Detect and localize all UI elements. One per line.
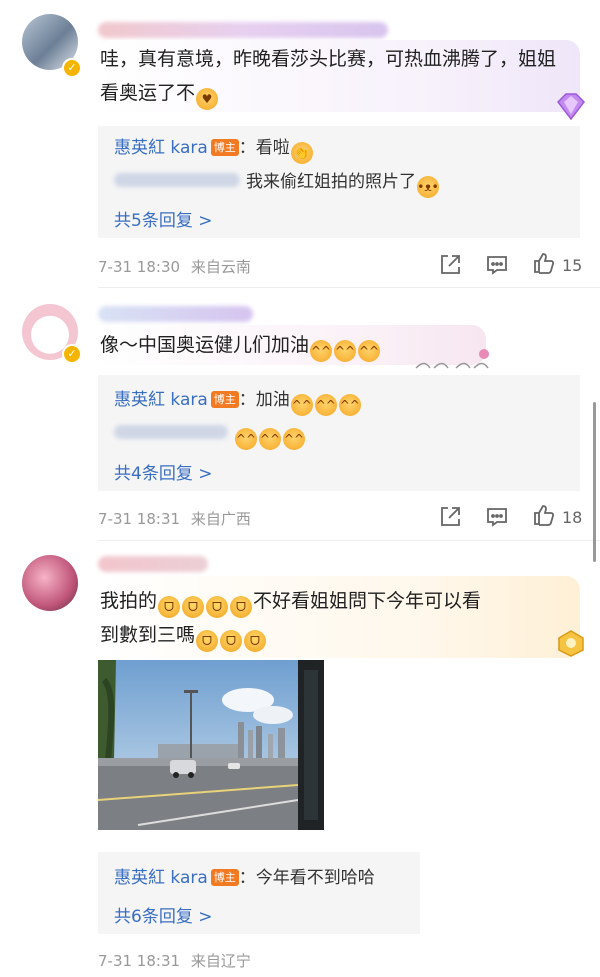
view-more-replies-link[interactable]: 共5条回复 > [114,206,212,231]
comment-icon[interactable] [485,505,509,529]
comment-text-content: 哇，真有意境，昨晚看莎头比赛，可热血沸腾了，姐姐看奥运了不 [100,48,557,104]
reply-text: 我来偷红姐拍的照片了 [246,172,416,192]
reply-text: ：看啦 [238,138,290,158]
comment-icon[interactable] [485,253,509,277]
laughing-emoji-icon: ᗜ [182,596,205,618]
reply-line[interactable]: 我来偷红姐拍的照片了•ᴥ• [114,170,440,198]
thumbs-up-icon[interactable] [532,503,556,527]
reply-line[interactable]: 惠英紅 kara 博主 ：今年看不到哈哈 [114,866,420,890]
cheering-emoji-icon: ^^ [334,340,357,362]
like-count: 15 [562,256,583,275]
cheering-emoji-icon: ^^ [283,428,305,450]
reply-author[interactable]: 惠英紅 kara [114,868,208,888]
location: 来自云南 [190,258,251,276]
blurred-reply-author[interactable] [114,173,240,187]
cheering-emoji-icon: ^^ [259,428,281,450]
share-icon[interactable] [438,505,462,529]
city-street-photo [98,660,324,830]
comment-text-content: 我拍的 [100,590,158,612]
comment-meta: 7-31 18:30 来自云南 [98,256,251,277]
laughing-emoji-icon: ᗜ [230,596,253,618]
divider [98,540,600,541]
location: 来自辽宁 [190,952,251,970]
cheering-emoji-icon: ^^ [290,394,313,416]
clapping-emoji-icon: 👏 [290,142,313,164]
laughing-emoji-icon: ᗜ [196,630,219,652]
comment-text-content: 像～中国奥运健儿们加油 [100,334,310,356]
host-badge: 博主 [210,139,239,156]
username[interactable] [98,306,253,322]
comment-text: 哇，真有意境，昨晚看莎头比赛，可热血沸腾了，姐姐看奥运了不 ♥ [100,42,570,110]
cheering-emoji-icon: ^^ [235,428,257,450]
view-more-replies-link[interactable]: 共4条回复 > [114,459,212,484]
laughing-emoji-icon: ᗜ [220,630,243,652]
reply-line[interactable]: 惠英紅 kara 博主 ：看啦 👏 [114,136,314,164]
heart-hands-decoration-icon [415,349,489,369]
comment-text-content: 不好看姐姐問下今年可以看 [253,590,482,612]
diamond-decoration-icon [557,93,585,121]
comment-text-content: 到數到三嗎 [100,624,196,646]
timestamp: 7-31 18:30 [98,258,181,276]
comment-meta: 7-31 18:31 来自广西 [98,508,251,529]
comment-text: 像～中国奥运健儿们加油 ^^ ^^ ^^ [100,328,381,362]
heart-eyes-emoji-icon: ♥ [196,88,219,110]
divider [98,287,600,288]
scrollbar[interactable] [593,402,596,562]
reply-text: ：今年看不到哈哈 [238,868,375,888]
thumbs-up-icon[interactable] [532,251,556,275]
verified-badge-icon: ✓ [62,344,82,364]
share-icon[interactable] [438,253,462,277]
cheering-emoji-icon: ^^ [314,394,337,416]
username[interactable] [98,556,208,572]
timestamp: 7-31 18:31 [98,952,181,970]
laughing-emoji-icon: ᗜ [244,630,267,652]
host-badge: 博主 [210,869,239,886]
username[interactable] [98,22,388,38]
reply-text: ：加油 [238,390,290,410]
laughing-emoji-icon: ᗜ [206,596,229,618]
location: 来自广西 [190,510,251,528]
reply-line[interactable]: ^^ ^^ ^^ [114,422,306,450]
gold-badge-decoration-icon [558,630,584,657]
host-badge: 博主 [210,391,239,408]
laughing-emoji-icon: ᗜ [158,596,181,618]
blurred-reply-author[interactable] [114,425,228,439]
avatar[interactable] [22,555,78,611]
comment-text: 我拍的 ᗜ ᗜ ᗜ ᗜ 不好看姐姐問下今年可以看 到數到三嗎 ᗜ ᗜ ᗜ [100,584,570,652]
comment-meta: 7-31 18:31 来自辽宁 [98,950,251,971]
verified-badge-icon: ✓ [62,58,82,78]
reply-line[interactable]: 惠英紅 kara 博主 ：加油 ^^ ^^ ^^ [114,388,362,416]
view-more-replies-link[interactable]: 共6条回复 > [114,902,212,927]
reply-author[interactable]: 惠英紅 kara [114,390,208,410]
timestamp: 7-31 18:31 [98,510,181,528]
cheering-emoji-icon: ^^ [338,394,361,416]
cheering-emoji-icon: ^^ [358,340,381,362]
doge-emoji-icon: •ᴥ• [417,176,439,198]
cheering-emoji-icon: ^^ [310,340,333,362]
attached-photo[interactable] [98,660,324,830]
reply-author[interactable]: 惠英紅 kara [114,138,208,158]
like-count: 18 [562,508,583,527]
